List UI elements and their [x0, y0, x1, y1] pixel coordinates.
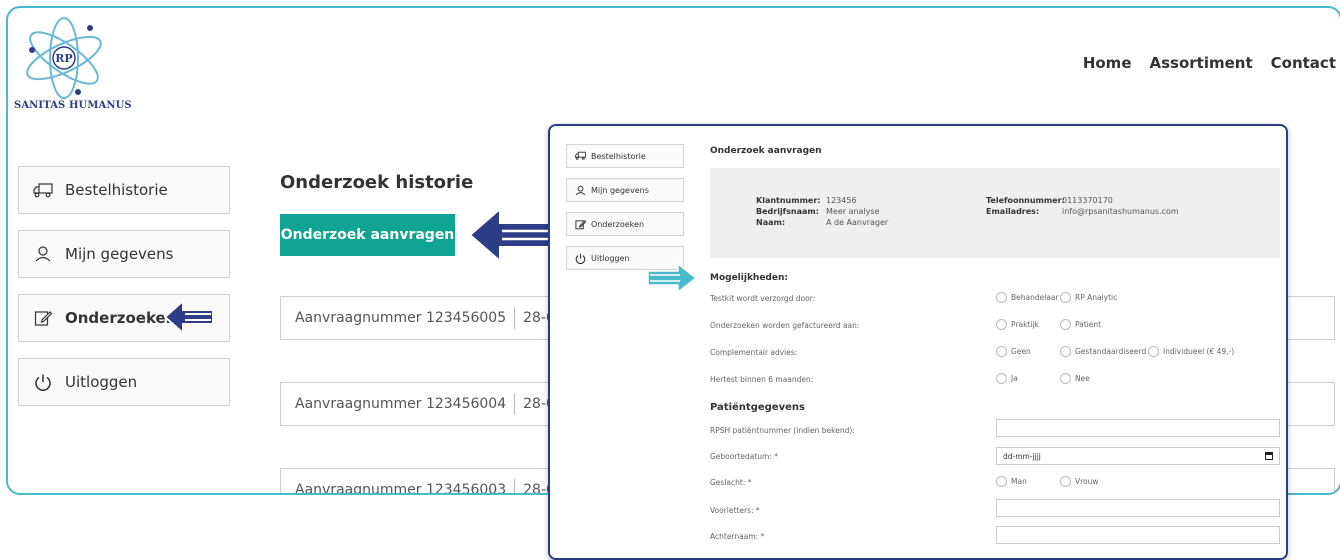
- edit-icon: [33, 308, 53, 328]
- truck-icon: [33, 180, 53, 200]
- user-icon: [33, 244, 53, 264]
- panel-sidebar-label: Mijn gegevens: [591, 185, 649, 195]
- naam: Naam: A de Aanvrager: [756, 218, 889, 227]
- request-number: Aanvraagnummer 123456005: [295, 310, 507, 326]
- sidebar-item-label: Onderzoeken: [65, 309, 177, 327]
- radio-nee[interactable]: Nee: [1060, 373, 1090, 384]
- sidebar-item-label: Bestelhistorie: [65, 181, 168, 199]
- rpsh-label: RPSH patiëntnummer (indien bekend):: [710, 426, 855, 435]
- calendar-icon[interactable]: [1265, 452, 1273, 460]
- customer-info-box: Klantnummer: 123456 Bedrijfsnaam: Meer ana…: [710, 168, 1280, 258]
- klantnummer: Klantnummer: 123456: [756, 196, 857, 205]
- arrow-left-icon: [468, 206, 557, 264]
- sidebar-item-uitloggen[interactable]: Uitloggen: [18, 358, 230, 406]
- page-title: Onderzoek historie: [280, 172, 474, 193]
- radio-praktijk[interactable]: Praktijk: [996, 319, 1039, 330]
- divider: [514, 479, 516, 493]
- panel-sidebar-label: Uitloggen: [591, 253, 630, 263]
- panel-sidebar-item-onderzoeken[interactable]: Onderzoeken: [566, 212, 684, 236]
- testkit-label: Testkit wordt verzorgd door:: [710, 294, 816, 303]
- request-number: Aanvraagnummer 123456003: [295, 482, 507, 495]
- initials-label: Voorletters: *: [710, 506, 760, 515]
- radio-behandelaar[interactable]: Behandelaar: [996, 292, 1059, 303]
- radio-rp-analytic[interactable]: RP Analytic: [1060, 292, 1117, 303]
- initials-input[interactable]: [996, 499, 1280, 517]
- request-number: Aanvraagnummer 123456004: [295, 396, 507, 412]
- dob-input[interactable]: dd-mm-jjjj: [996, 447, 1280, 465]
- divider: [514, 393, 516, 415]
- telefoonnummer: Telefoonnummer:0113370170: [986, 196, 1113, 205]
- facturering-label: Onderzoeken worden gefactureerd aan:: [710, 321, 860, 330]
- radio-individueel[interactable]: Individueel (€ 49,-): [1148, 346, 1234, 357]
- nav-home[interactable]: Home: [1083, 54, 1132, 72]
- radio-vrouw[interactable]: Vrouw: [1060, 476, 1099, 487]
- sidebar-item-label: Uitloggen: [65, 373, 138, 391]
- edit-icon: [575, 219, 586, 230]
- radio-geen[interactable]: Geen: [996, 346, 1031, 357]
- emailadres: Emailadres: info@rpsanitashumanus.com: [986, 207, 1179, 216]
- power-icon: [575, 253, 586, 264]
- radio-ja[interactable]: Ja: [996, 373, 1018, 384]
- arrow-left-icon: [163, 298, 214, 336]
- dob-placeholder: dd-mm-jjjj: [1003, 451, 1041, 461]
- lastname-input[interactable]: [996, 526, 1280, 544]
- mogelijkheden-heading: Mogelijkheden:: [710, 273, 788, 283]
- radio-gestandaardiseerd[interactable]: Gestandaardiseerd: [1060, 346, 1146, 357]
- patientgegevens-heading: Patiëntgegevens: [710, 402, 805, 413]
- dob-label: Geboortedatum: *: [710, 452, 779, 461]
- panel-sidebar-label: Bestelhistorie: [591, 151, 646, 161]
- gender-label: Geslacht: *: [710, 478, 752, 487]
- brand-name: SANITAS HUMANUS: [14, 100, 132, 111]
- lastname-label: Achternaam: *: [710, 532, 765, 541]
- advies-label: Complementair advies:: [710, 348, 798, 357]
- sidebar-item-label: Mijn gegevens: [65, 245, 174, 263]
- logo-icon[interactable]: RP: [16, 16, 136, 112]
- truck-icon: [575, 151, 586, 162]
- nav-contact[interactable]: Contact: [1271, 54, 1336, 72]
- panel-title: Onderzoek aanvragen: [710, 146, 822, 156]
- rpsh-input[interactable]: [996, 419, 1280, 437]
- panel-sidebar-label: Onderzoeken: [591, 219, 645, 229]
- request-form-panel: Bestelhistorie Mijn gegevens Onderzoeken…: [548, 124, 1288, 560]
- user-icon: [575, 185, 586, 196]
- top-nav: Home Assortiment Contact: [1083, 54, 1336, 72]
- request-research-button[interactable]: Onderzoek aanvragen: [280, 214, 455, 256]
- divider: [514, 307, 516, 329]
- radio-man[interactable]: Man: [996, 476, 1027, 487]
- hertest-label: Hertest binnen 6 maanden:: [710, 375, 814, 384]
- bedrijfsnaam: Bedrijfsnaam: Meer analyse: [756, 207, 880, 216]
- nav-assortiment[interactable]: Assortiment: [1150, 54, 1253, 72]
- svg-text:RP: RP: [55, 52, 72, 65]
- sidebar-item-bestelhistorie[interactable]: Bestelhistorie: [18, 166, 230, 214]
- arrow-right-icon: [647, 262, 698, 294]
- panel-sidebar-item-bestelhistorie[interactable]: Bestelhistorie: [566, 144, 684, 168]
- sidebar-item-mijn-gegevens[interactable]: Mijn gegevens: [18, 230, 230, 278]
- panel-sidebar-item-mijn-gegevens[interactable]: Mijn gegevens: [566, 178, 684, 202]
- power-icon: [33, 372, 53, 392]
- radio-patient[interactable]: Patient: [1060, 319, 1101, 330]
